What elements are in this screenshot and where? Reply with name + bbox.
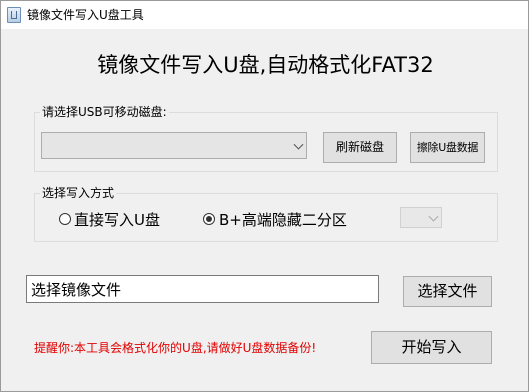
erase-usb-data-button[interactable]: 擦除U盘数据: [410, 132, 485, 163]
partition-select[interactable]: [400, 207, 442, 228]
page-heading: 镜像文件写入U盘,自动格式化FAT32: [97, 53, 434, 77]
radio-direct-write-label: 直接写入U盘: [74, 211, 160, 229]
write-mode-group-label: 选择写入方式: [40, 186, 117, 200]
image-file-path-input[interactable]: [26, 275, 379, 303]
erase-usb-data-button-label: 擦除U盘数据: [416, 141, 479, 154]
chevron-down-icon: [293, 139, 304, 150]
format-warning-text: 提醒你:本工具会格式化你的U盘,请做好U盘数据备份!: [34, 341, 317, 355]
refresh-disk-button[interactable]: 刷新磁盘: [323, 132, 397, 163]
usb-app-icon: [7, 7, 21, 23]
radio-direct-write[interactable]: 直接写入U盘: [59, 210, 179, 230]
usb-disk-group-label: 请选择USB可移动磁盘:: [40, 105, 169, 119]
window-title: 镜像文件写入U盘工具: [27, 8, 144, 22]
refresh-disk-button-label: 刷新磁盘: [335, 140, 384, 154]
choose-file-button-label: 选择文件: [417, 282, 478, 300]
usb-disk-select[interactable]: [41, 132, 307, 159]
radio-hidden-partition-circle[interactable]: [203, 213, 215, 225]
radio-direct-write-circle[interactable]: [59, 213, 71, 225]
start-write-button[interactable]: 开始写入: [371, 331, 492, 364]
start-write-button-label: 开始写入: [401, 338, 462, 356]
radio-hidden-partition[interactable]: B+高端隐藏二分区: [203, 210, 363, 230]
radio-hidden-partition-label: B+高端隐藏二分区: [219, 211, 347, 229]
chevron-down-icon: [428, 211, 439, 222]
choose-file-button[interactable]: 选择文件: [403, 276, 492, 307]
title-bar: 镜像文件写入U盘工具: [1, 1, 528, 29]
app-window: 镜像文件写入U盘工具 镜像文件写入U盘,自动格式化FAT32 请选择USB可移动…: [0, 0, 529, 392]
